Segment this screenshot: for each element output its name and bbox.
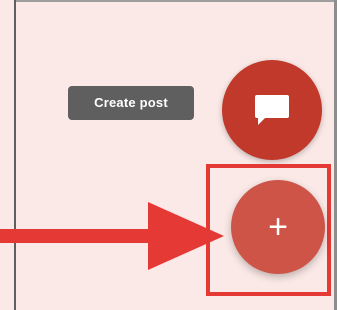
add-fab-button[interactable]: + <box>231 180 325 274</box>
top-border <box>14 0 337 2</box>
create-post-tooltip: Create post <box>68 86 194 120</box>
left-border <box>14 0 16 310</box>
create-post-button[interactable] <box>222 60 322 160</box>
chat-bubble-icon <box>255 95 289 125</box>
plus-icon: + <box>268 208 288 246</box>
